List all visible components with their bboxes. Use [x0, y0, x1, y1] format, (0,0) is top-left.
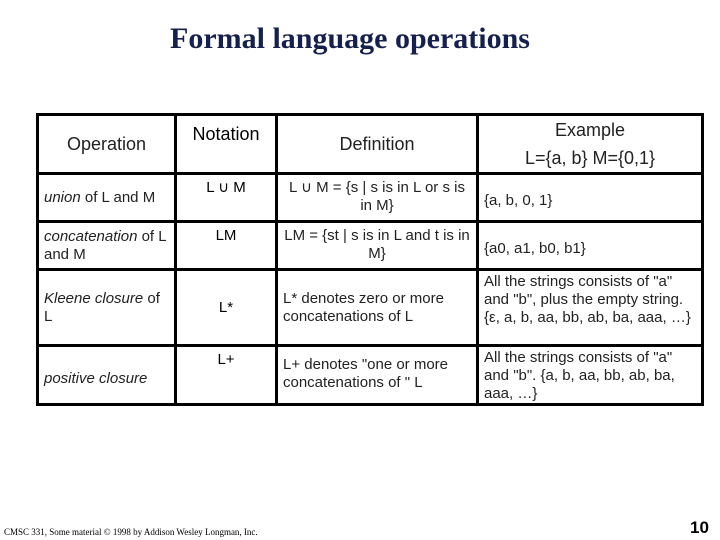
example-cell: All the strings consists of "a" and "b".… — [476, 344, 704, 406]
operation-cell: union of L and M — [36, 172, 177, 223]
table-row: Kleene closure of L L* L* denotes zero o… — [36, 268, 704, 347]
definition-cell: L+ denotes "one or more concatenations o… — [275, 344, 479, 406]
copyright-footer: CMSC 331, Some material © 1998 by Addiso… — [4, 527, 258, 537]
notation-cell: L ∪ M — [174, 172, 278, 223]
operation-cell: Kleene closure of L — [36, 268, 177, 347]
header-example-title: Example — [554, 120, 626, 140]
header-operation: Operation — [36, 113, 177, 175]
header-example-sets: L={a, b} M={0,1} — [524, 148, 656, 168]
notation-cell: LM — [174, 220, 278, 271]
definition-cell: L ∪ M = {s | s is in L or s is in M} — [275, 172, 479, 223]
operation-name: positive closure — [44, 370, 148, 387]
operation-cell: positive closure — [36, 344, 177, 406]
page-number: 10 — [690, 518, 709, 537]
table-row: positive closure L+ L+ denotes "one or m… — [36, 344, 704, 406]
slide-title: Formal language operations — [170, 22, 530, 55]
operation-cell: concatenation of L and M — [36, 220, 177, 271]
example-cell: {a0, a1, b0, b1} — [476, 220, 704, 271]
example-cell: All the strings consists of "a" and "b",… — [476, 268, 704, 347]
example-cell: {a, b, 0, 1} — [476, 172, 704, 223]
table-row: concatenation of L and M LM LM = {st | s… — [36, 220, 704, 271]
table-row: union of L and M L ∪ M L ∪ M = {s | s is… — [36, 172, 704, 223]
header-definition: Definition — [275, 113, 479, 175]
operation-suffix: of L and M — [80, 188, 156, 206]
operation-name: concatenation — [44, 227, 138, 245]
operation-name: Kleene closure — [44, 289, 144, 307]
operations-table: Operation Notation Definition Example L=… — [36, 113, 704, 406]
notation-cell: L+ — [174, 344, 278, 406]
notation-cell: L* — [174, 268, 278, 347]
table-header-row: Operation Notation Definition Example L=… — [36, 113, 704, 175]
operation-name: union — [44, 188, 81, 206]
definition-cell: LM = {st | s is in L and t is in M} — [275, 220, 479, 271]
header-notation: Notation — [174, 113, 278, 175]
definition-cell: L* denotes zero or more concatenations o… — [275, 268, 479, 347]
header-example: Example L={a, b} M={0,1} — [476, 113, 704, 175]
